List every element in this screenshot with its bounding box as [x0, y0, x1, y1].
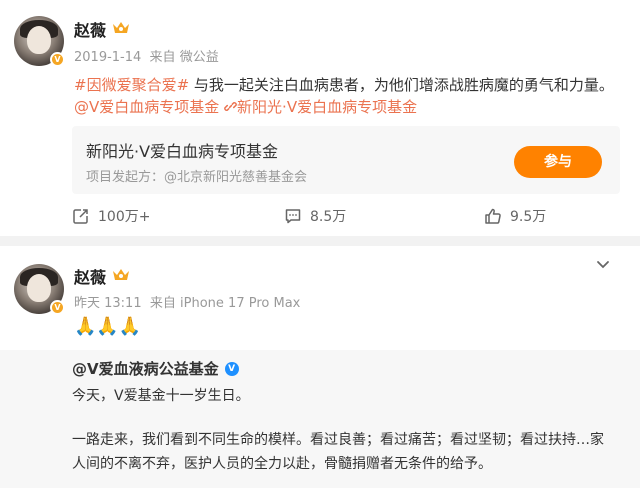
crown-icon — [113, 22, 129, 33]
join-button[interactable]: 参与 — [514, 146, 602, 178]
verified-badge-icon: V — [50, 52, 65, 67]
comment-count: 8.5万 — [310, 209, 347, 225]
fund-card[interactable]: 新阳光·V爱白血病专项基金 项目发起方：@北京新阳光慈善基金会 参与 — [72, 126, 620, 194]
verified-blue-icon: V — [224, 361, 239, 376]
hashtag-link[interactable]: #因微爱聚合爱# — [74, 76, 189, 94]
like-button[interactable]: 9.5万 — [484, 204, 546, 228]
post-meta: 2019-1-14 来自 微公益 — [74, 46, 219, 65]
mention-link[interactable]: @V爱白血病专项基金 — [74, 98, 219, 116]
chevron-down-icon[interactable] — [596, 260, 610, 270]
fund-card-title: 新阳光·V爱白血病专项基金 — [86, 142, 279, 161]
web-link[interactable]: 新阳光·V爱白血病专项基金 — [224, 98, 417, 116]
author-name[interactable]: 赵薇 — [74, 17, 106, 41]
quoted-text-line-1: 今天，V爱基金十一岁生日。 — [72, 388, 250, 404]
quoted-text-line-2: 一路走来，我们看到不同生命的模样。看过良善；看过痛苦；看过坚韧；看过扶持…家 — [72, 432, 604, 448]
comment-icon — [285, 209, 301, 224]
source-prefix: 来自 — [149, 50, 176, 65]
crown-icon-2 — [113, 269, 129, 280]
repost-count: 100万+ — [98, 209, 151, 225]
post-meta-2: 昨天 13:11 来自 iPhone 17 Pro Max — [74, 292, 300, 311]
action-bar: 100万+ 8.5万 9.5万 — [0, 204, 640, 228]
post-body: #因微爱聚合爱# 与我一起关注白血病患者，为他们增添战胜病魔的勇气和力量。 — [74, 74, 630, 96]
post-time-2[interactable]: 昨天 13:11 — [74, 296, 142, 311]
repost-icon — [73, 209, 88, 224]
post-source-2[interactable]: iPhone 17 Pro Max — [180, 296, 300, 311]
post-body-text: 与我一起关注白血病患者，为他们增添战胜病魔的勇气和力量。 — [189, 76, 614, 94]
post-links: @V爱白血病专项基金 新阳光·V爱白血病专项基金 — [74, 96, 417, 118]
post-card-1: V 赵薇 2019-1-14 来自 微公益 #因微爱聚合爱# 与我一起关注白血病… — [0, 0, 640, 236]
thumbs-up-icon — [485, 208, 501, 224]
quoted-post[interactable]: @V爱血液病公益基金 V 今天，V爱基金十一岁生日。 一路走来，我们看到不同生命… — [0, 350, 640, 488]
post-time[interactable]: 2019-1-14 — [74, 50, 141, 65]
post-body-2: 🙏🙏🙏 — [74, 316, 142, 337]
fund-card-subtitle: 项目发起方：@北京新阳光慈善基金会 — [86, 170, 308, 185]
quoted-author[interactable]: @V爱血液病公益基金 V — [72, 358, 239, 379]
quoted-text-line-3: 人间的不离不弃，医护人员的全力以赴，骨髓捐赠者无条件的给予。 — [72, 456, 492, 472]
post-source[interactable]: 微公益 — [180, 50, 219, 65]
quoted-author-name: @V爱血液病公益基金 — [72, 360, 219, 378]
author-name-2[interactable]: 赵薇 — [74, 264, 106, 288]
repost-button[interactable]: 100万+ — [72, 204, 150, 228]
source-prefix-2: 来自 — [149, 296, 176, 311]
link-icon — [224, 102, 237, 111]
web-link-text: 新阳光·V爱白血病专项基金 — [237, 98, 418, 116]
verified-badge-icon-2: V — [50, 300, 65, 315]
like-count: 9.5万 — [510, 209, 547, 225]
comment-button[interactable]: 8.5万 — [284, 204, 346, 228]
